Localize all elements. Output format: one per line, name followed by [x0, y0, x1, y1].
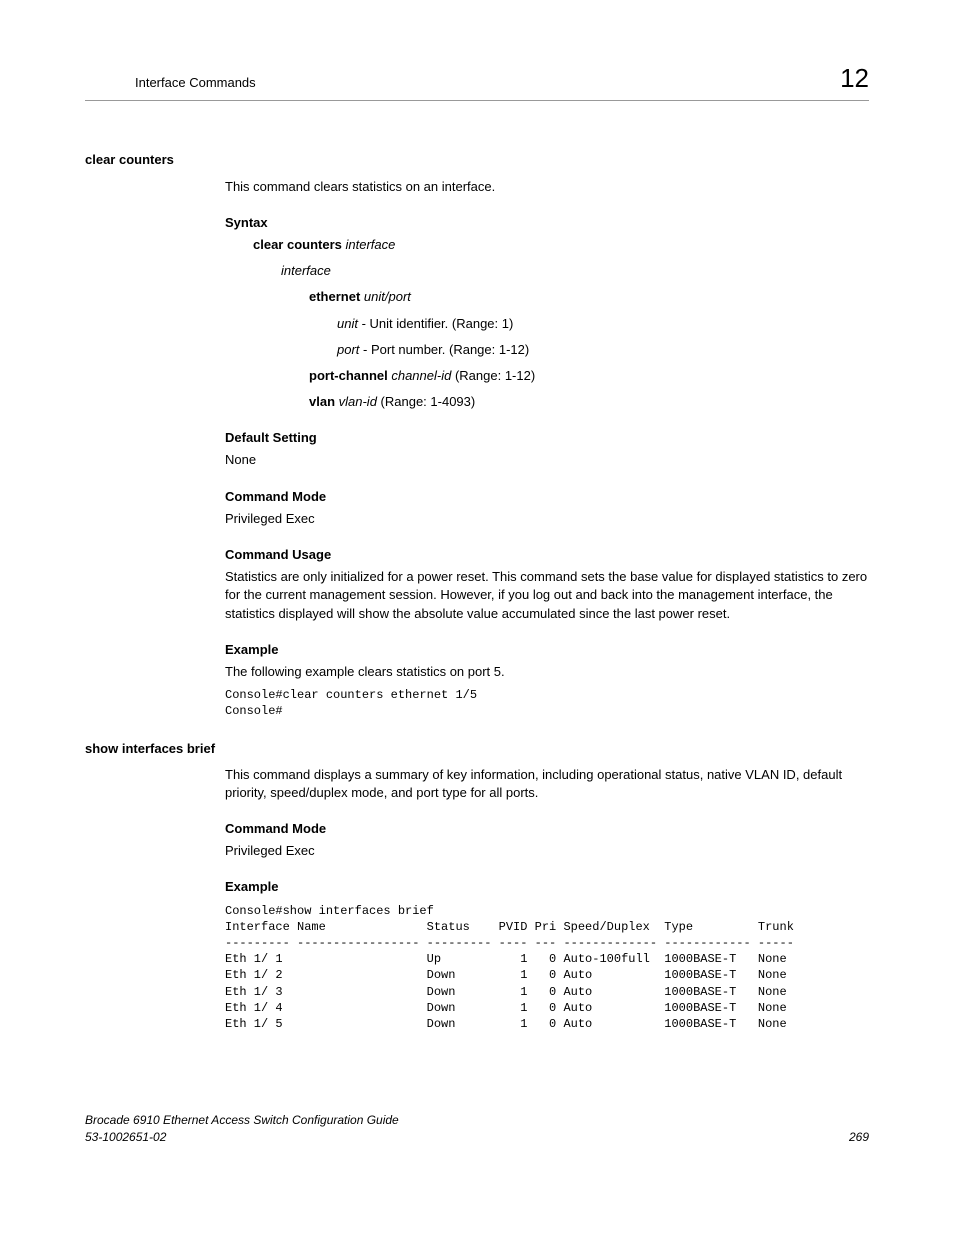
syntax-ethernet: ethernet unit/port: [309, 288, 869, 306]
example-label: Example: [225, 878, 869, 896]
header-title: Interface Commands: [135, 74, 256, 92]
example-code: Console#clear counters ethernet 1/5 Cons…: [225, 687, 869, 719]
syntax-unit: unit - Unit identifier. (Range: 1): [337, 315, 869, 333]
example-label: Example: [225, 641, 869, 659]
mode-label: Command Mode: [225, 488, 869, 506]
mode-value: Privileged Exec: [225, 842, 869, 860]
page-footer: Brocade 6910 Ethernet Access Switch Conf…: [85, 1112, 869, 1146]
page-header: Interface Commands 12: [85, 60, 869, 101]
syntax-port: port - Port number. (Range: 1-12): [337, 341, 869, 359]
command-heading: show interfaces brief: [85, 740, 869, 758]
intro-paragraph: This command displays a summary of key i…: [225, 766, 869, 802]
footer-left: Brocade 6910 Ethernet Access Switch Conf…: [85, 1112, 399, 1146]
syntax-portchannel: port-channel channel-id (Range: 1-12): [309, 367, 869, 385]
mode-label: Command Mode: [225, 820, 869, 838]
syntax-interface: interface: [281, 262, 869, 280]
usage-label: Command Usage: [225, 546, 869, 564]
chapter-number: 12: [840, 60, 869, 96]
section-content: This command clears statistics on an int…: [225, 178, 869, 720]
syntax-cmd: clear counters interface: [253, 236, 869, 254]
usage-text: Statistics are only initialized for a po…: [225, 568, 869, 623]
syntax-vlan: vlan vlan-id (Range: 1-4093): [309, 393, 869, 411]
intro-paragraph: This command clears statistics on an int…: [225, 178, 869, 196]
section-content: This command displays a summary of key i…: [225, 766, 869, 1032]
page-number: 269: [849, 1129, 869, 1146]
mode-value: Privileged Exec: [225, 510, 869, 528]
example-intro: The following example clears statistics …: [225, 663, 869, 681]
default-value: None: [225, 451, 869, 469]
syntax-label: Syntax: [225, 214, 869, 232]
default-label: Default Setting: [225, 429, 869, 447]
command-heading: clear counters: [85, 151, 869, 169]
example-code: Console#show interfaces brief Interface …: [225, 903, 869, 1033]
